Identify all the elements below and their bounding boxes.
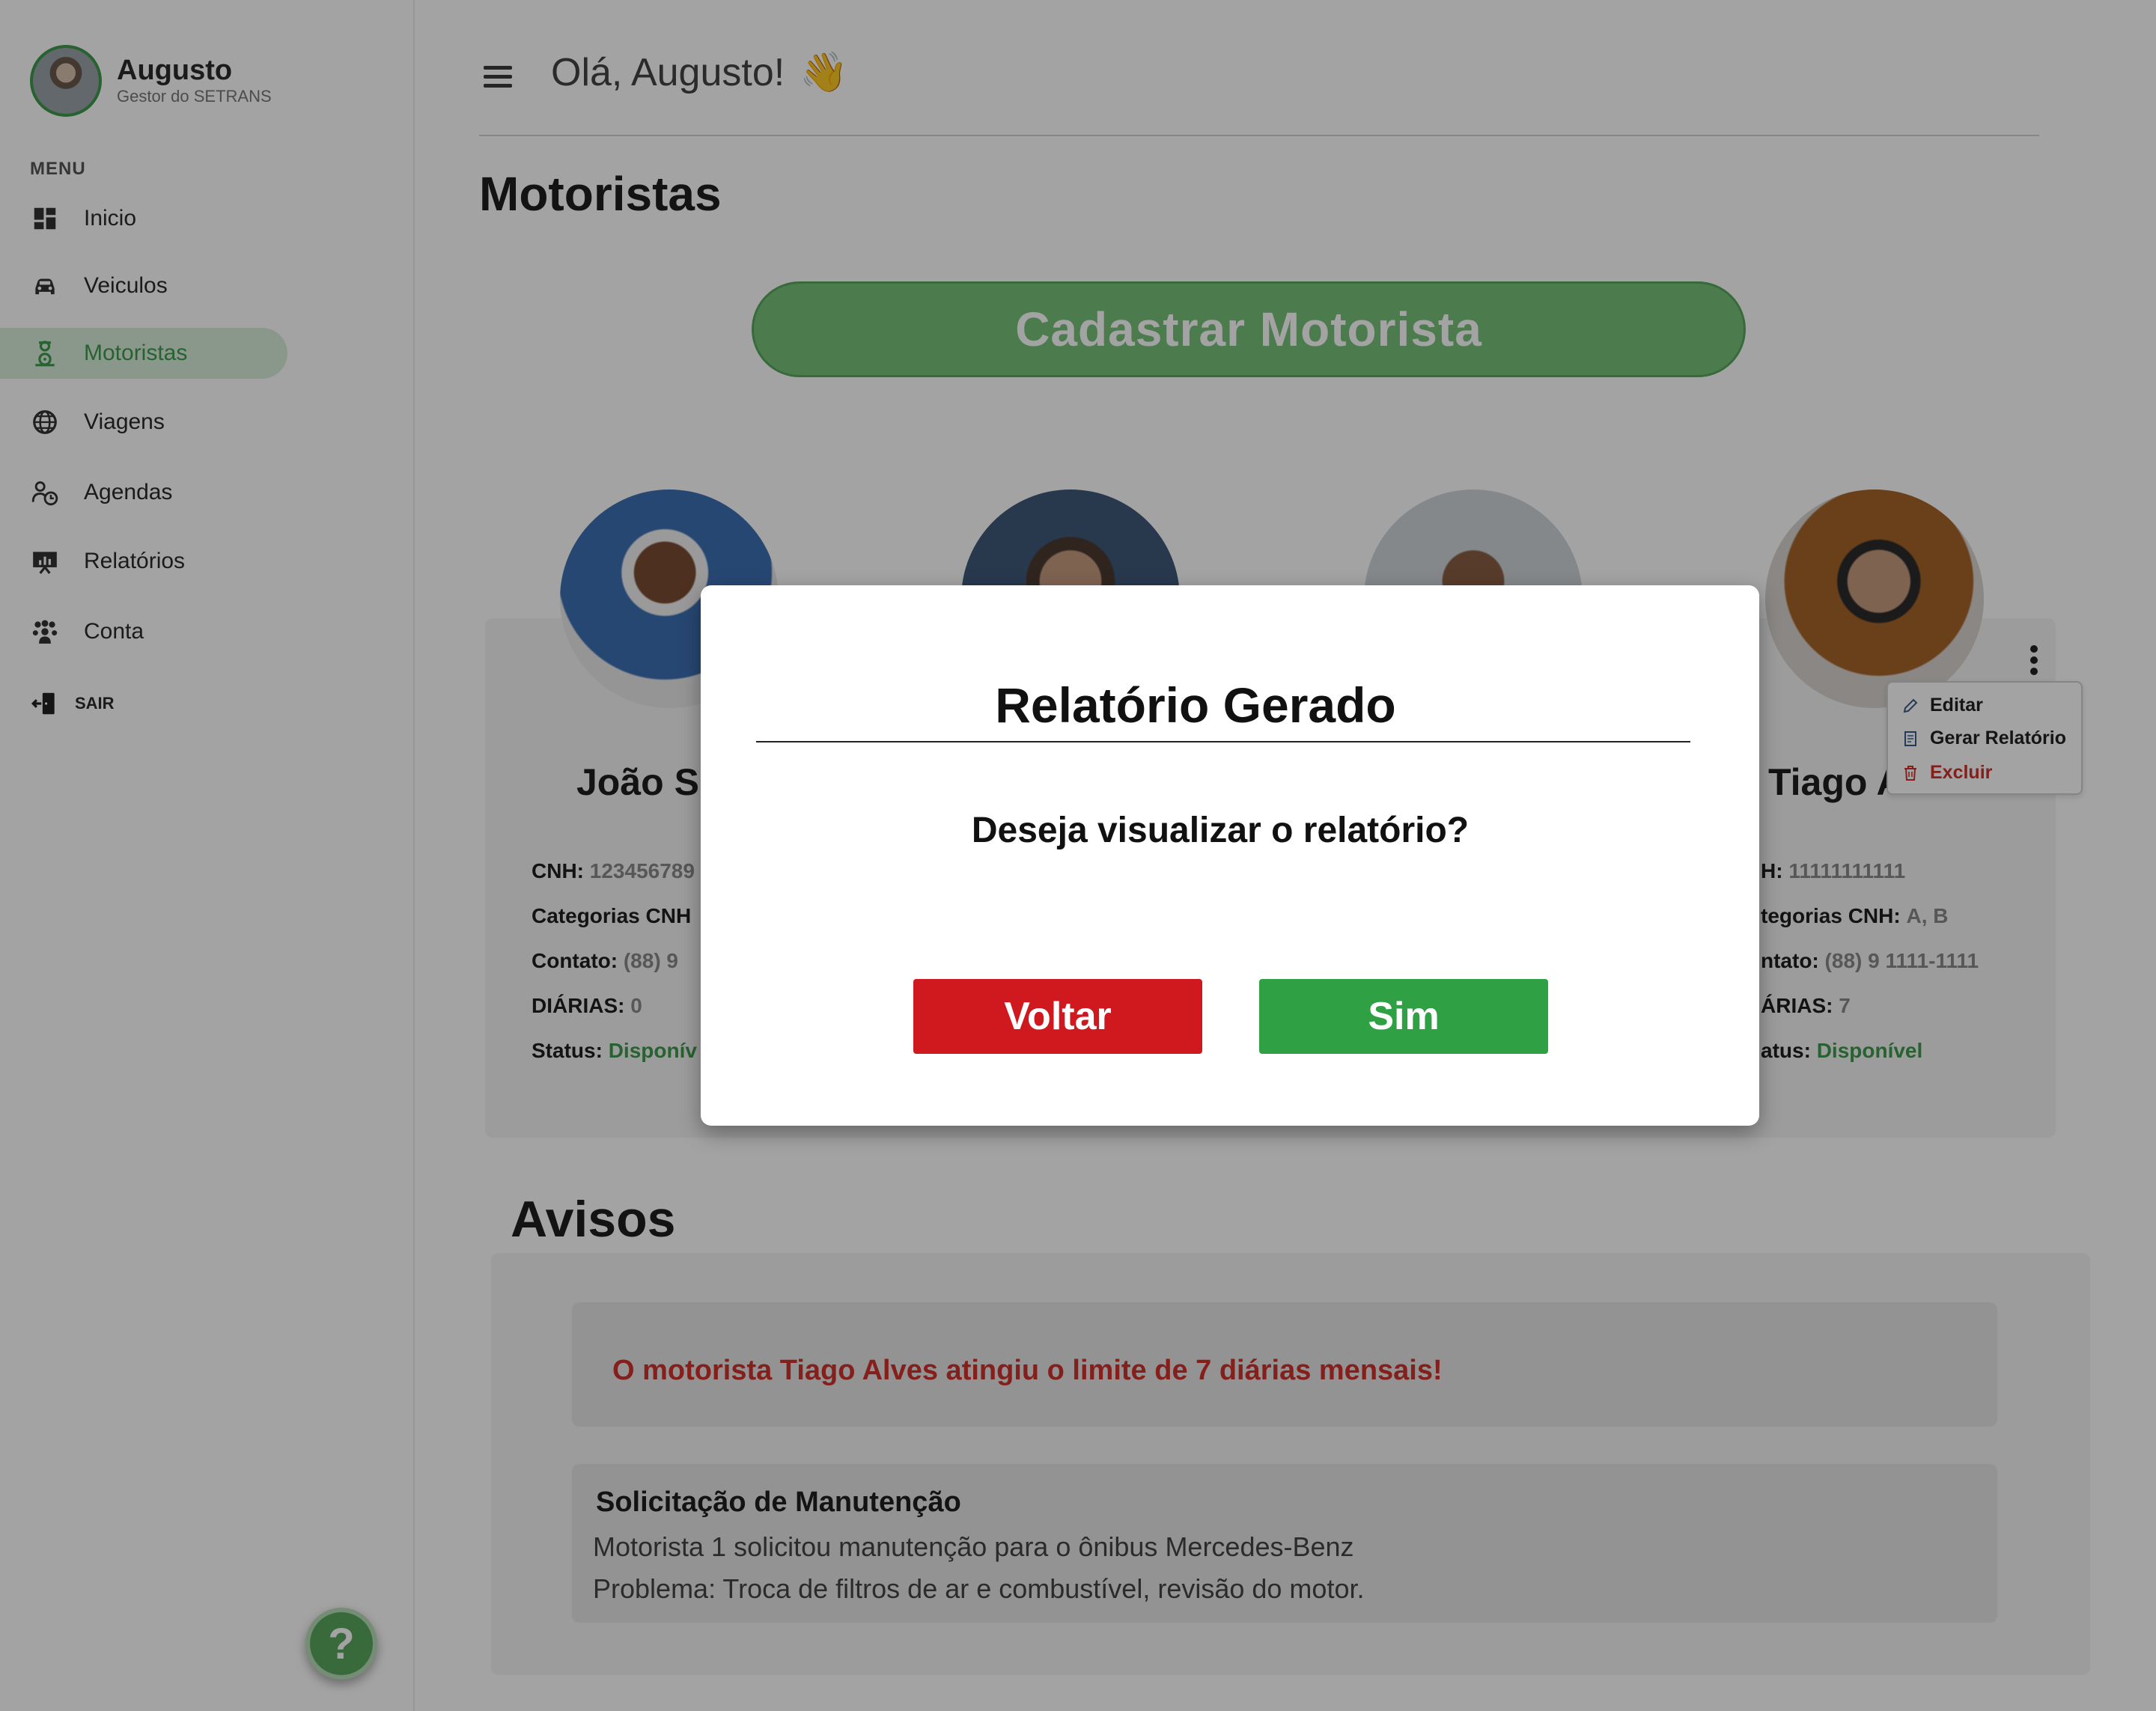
dialog-title: Relatório Gerado [995, 677, 1396, 733]
dialog-question: Deseja visualizar o relatório? [971, 811, 1470, 850]
dialog-divider [756, 741, 1690, 742]
report-dialog: Relatório Gerado Deseja visualizar o rel… [701, 585, 1759, 1126]
back-button[interactable]: Voltar [913, 979, 1202, 1054]
confirm-button[interactable]: Sim [1259, 979, 1548, 1054]
